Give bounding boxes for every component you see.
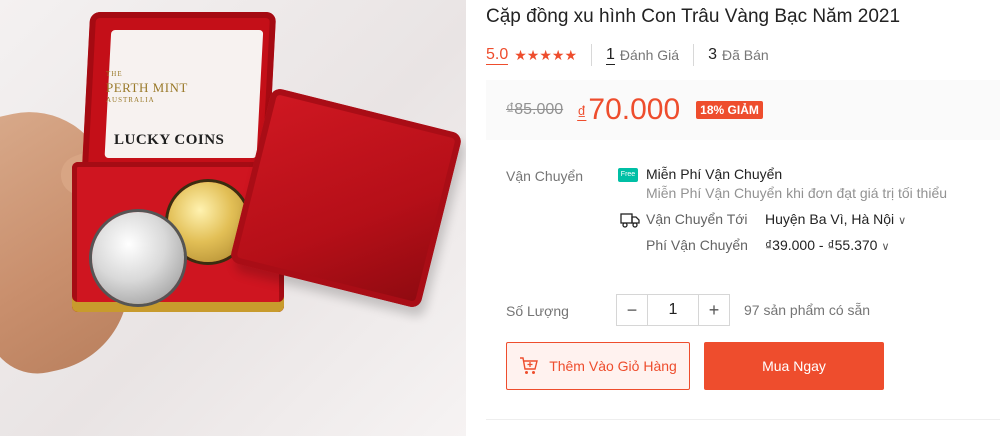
cart-icon — [520, 357, 539, 374]
review-count[interactable]: 1 — [606, 46, 615, 65]
buy-now-button[interactable]: Mua Ngay — [704, 342, 884, 390]
ship-to-label: Vận Chuyển Tới — [646, 211, 748, 227]
free-shipping-subtitle: Miễn Phí Vận Chuyển khi đơn đạt giá trị … — [646, 185, 948, 201]
free-shipping-icon: Free — [618, 168, 638, 182]
rating-row: 5.0 ★★★★★ 1 Đánh Giá 3 Đã Bán — [486, 44, 769, 66]
product-page: THE PERTH MINT AUSTRALIA LUCKY COINS Cặp… — [0, 0, 1000, 436]
price-box: ₫85.000 ₫ 70.000 18% GIẢM — [486, 80, 1000, 140]
bottom-divider — [486, 419, 1000, 420]
shipping-fee-selector[interactable]: ₫39.000 - ₫55.370 ∨ — [765, 237, 890, 253]
product-image[interactable]: THE PERTH MINT AUSTRALIA LUCKY COINS — [0, 0, 466, 436]
ship-to-selector[interactable]: Huyện Ba Vì, Hà Nội ∨ — [765, 211, 906, 227]
quantity-increase-button[interactable]: + — [698, 294, 730, 326]
quantity-decrease-button[interactable]: − — [616, 294, 648, 326]
divider — [693, 44, 695, 66]
perth-mint-logo: THE PERTH MINT AUSTRALIA — [106, 70, 188, 104]
current-price-value: 70.000 — [588, 93, 681, 126]
chevron-down-icon: ∨ — [898, 215, 907, 227]
rating-score[interactable]: 5.0 — [486, 46, 509, 65]
truck-icon — [620, 213, 640, 228]
lucky-coins-text: LUCKY COINS — [114, 132, 225, 148]
shipping-fee-value: ₫39.000 - ₫55.370 — [765, 237, 878, 253]
currency-symbol: ₫ — [577, 103, 587, 123]
add-to-cart-label: Thêm Vào Giỏ Hàng — [549, 358, 677, 374]
chevron-down-icon: ∨ — [881, 241, 890, 253]
product-title: Cặp đồng xu hình Con Trâu Vàng Bạc Năm 2… — [486, 6, 901, 27]
add-to-cart-button[interactable]: Thêm Vào Giỏ Hàng — [506, 342, 690, 390]
silver-coin — [92, 212, 184, 304]
stock-available: 97 sản phẩm có sẵn — [744, 302, 871, 318]
divider — [591, 44, 593, 66]
product-info-panel: Cặp đồng xu hình Con Trâu Vàng Bạc Năm 2… — [466, 0, 1000, 436]
discount-badge: 18% GIẢM — [696, 101, 763, 119]
quantity-label: Số Lượng — [506, 303, 569, 319]
original-price: ₫85.000 — [506, 101, 564, 118]
shipping-fee-label: Phí Vận Chuyển — [646, 237, 748, 253]
star-rating-icon: ★★★★★ — [514, 46, 578, 63]
quantity-stepper: − 1 + 97 sản phẩm có sẵn — [616, 294, 870, 326]
review-label: Đánh Giá — [619, 47, 680, 63]
sold-label: Đã Bán — [721, 47, 769, 63]
shipping-label: Vận Chuyển — [506, 168, 584, 184]
sold-count: 3 — [708, 46, 717, 63]
current-price: ₫ 70.000 — [577, 93, 680, 127]
free-shipping-title: Miễn Phí Vận Chuyển — [646, 166, 783, 182]
ship-to-value: Huyện Ba Vì, Hà Nội — [765, 211, 895, 227]
quantity-input[interactable]: 1 — [648, 294, 698, 326]
